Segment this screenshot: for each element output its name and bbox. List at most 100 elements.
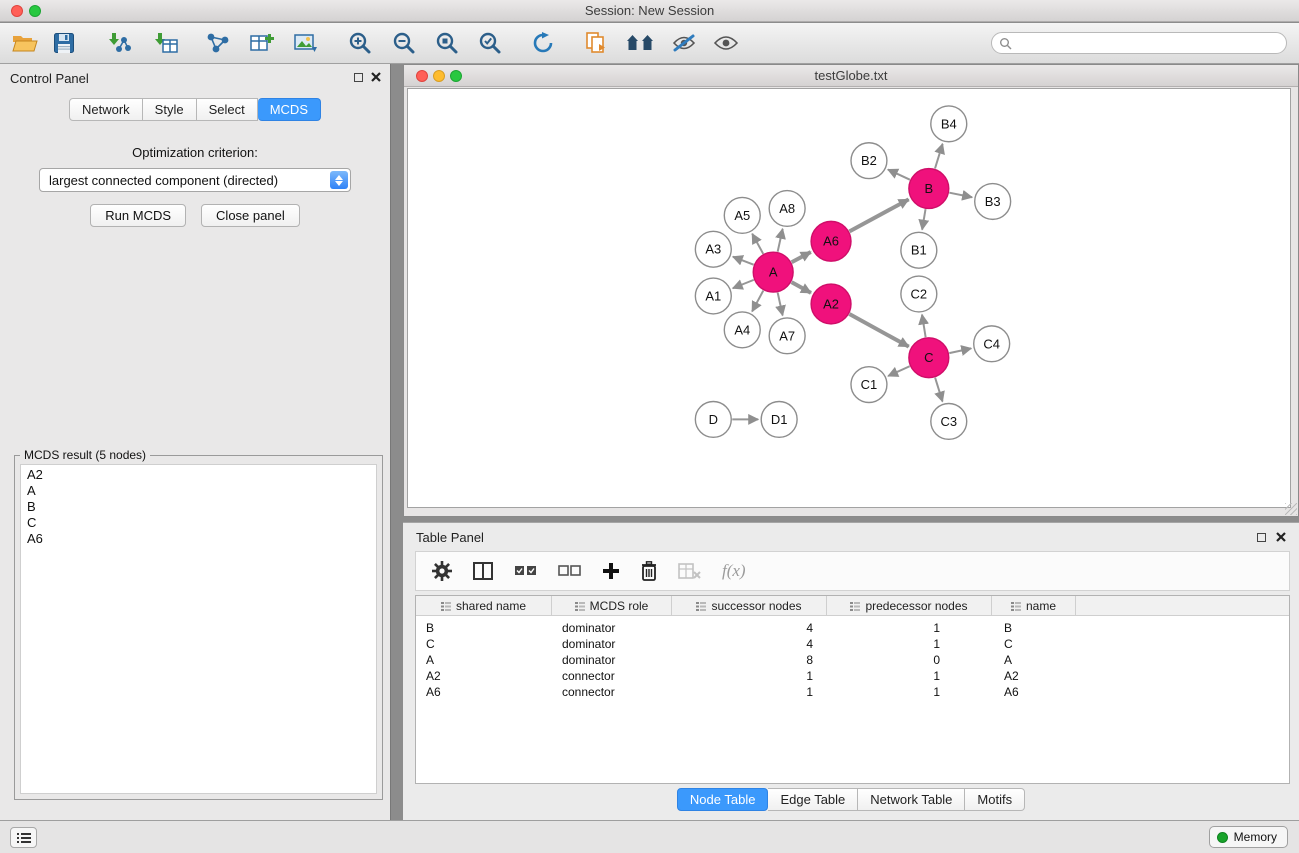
graph-edge-C-C1[interactable]	[888, 366, 910, 376]
save-icon[interactable]	[54, 28, 74, 58]
list-item[interactable]: A2	[21, 467, 376, 483]
tab-motifs[interactable]: Motifs	[965, 788, 1025, 811]
graph-node-B1[interactable]: B1	[901, 232, 937, 268]
open-folder-icon[interactable]	[12, 28, 38, 58]
tab-network-table[interactable]: Network Table	[858, 788, 965, 811]
zoom-fit-icon[interactable]	[435, 28, 459, 58]
select-all-icon[interactable]	[514, 556, 537, 586]
table-row[interactable]: A6connector11A6	[416, 684, 1289, 700]
deselect-all-icon[interactable]	[558, 556, 581, 586]
graph-node-C[interactable]: C	[909, 338, 949, 378]
graph-edge-C-C2[interactable]	[922, 315, 926, 337]
graph-node-A5[interactable]: A5	[724, 197, 760, 233]
new-network-icon[interactable]	[206, 28, 230, 58]
graph-edge-A-A4[interactable]	[752, 291, 763, 312]
graph-edge-A-A2[interactable]	[792, 282, 811, 293]
task-history-button[interactable]	[10, 827, 37, 848]
new-table-icon[interactable]	[250, 28, 274, 58]
import-network-icon[interactable]	[108, 28, 132, 58]
tab-style[interactable]: Style	[143, 98, 197, 121]
mcds-result-list[interactable]: A2ABCA6	[20, 464, 377, 794]
graph-node-A8[interactable]: A8	[769, 191, 805, 227]
zoom-out-icon[interactable]	[392, 28, 416, 58]
graph-node-B[interactable]: B	[909, 169, 949, 209]
table-row[interactable]: Bdominator41B	[416, 620, 1289, 636]
close-panel-button[interactable]: Close panel	[201, 204, 300, 227]
delete-table-icon[interactable]	[678, 556, 701, 586]
graph-node-C1[interactable]: C1	[851, 367, 887, 403]
graph-node-B4[interactable]: B4	[931, 106, 967, 142]
table-row[interactable]: Cdominator41C	[416, 636, 1289, 652]
graph-edge-C-C4[interactable]	[949, 348, 971, 353]
graph-edge-B-B4[interactable]	[935, 144, 943, 169]
column-header-mcds-role[interactable]: MCDS role	[552, 596, 672, 616]
column-layout-icon[interactable]	[473, 556, 493, 586]
apply-style-icon[interactable]	[672, 28, 696, 58]
run-mcds-button[interactable]: Run MCDS	[90, 204, 186, 227]
network-canvas[interactable]: B4 B2 B B3 A8A5 A6 A3 B1 A C2 A1 A2 A4A7 C4 C C1 C3 D D1	[407, 88, 1291, 508]
graph-edge-A-A8[interactable]	[778, 229, 783, 252]
table-close-panel-icon[interactable]	[1275, 531, 1287, 543]
graph-edge-A2-C[interactable]	[849, 314, 908, 347]
graph-node-B2[interactable]: B2	[851, 143, 887, 179]
resize-grip[interactable]	[1285, 503, 1297, 515]
graph-edge-B-B2[interactable]	[888, 170, 910, 180]
float-panel-icon[interactable]	[352, 71, 364, 83]
tab-node-table[interactable]: Node Table	[677, 788, 769, 811]
gear-icon[interactable]	[432, 556, 452, 586]
list-item[interactable]: A	[21, 483, 376, 499]
graph-node-A6[interactable]: A6	[811, 221, 851, 261]
tab-edge-table[interactable]: Edge Table	[768, 788, 858, 811]
tab-select[interactable]: Select	[197, 98, 258, 121]
graph-edge-A-A3[interactable]	[733, 257, 754, 265]
column-header-predecessor-nodes[interactable]: predecessor nodes	[827, 596, 992, 616]
graph-node-A7[interactable]: A7	[769, 318, 805, 354]
column-header-name[interactable]: name	[992, 596, 1076, 616]
column-header-successor-nodes[interactable]: successor nodes	[672, 596, 827, 616]
home-views-icon[interactable]	[626, 28, 654, 58]
table-row[interactable]: A2connector11A2	[416, 668, 1289, 684]
show-details-icon[interactable]	[714, 28, 738, 58]
graph-edge-A-A6[interactable]	[792, 252, 811, 262]
table-float-panel-icon[interactable]	[1255, 531, 1267, 543]
graph-node-A4[interactable]: A4	[724, 312, 760, 348]
import-table-icon[interactable]	[154, 28, 178, 58]
table-row[interactable]: Adominator80A	[416, 652, 1289, 668]
graph-node-C3[interactable]: C3	[931, 403, 967, 439]
tab-mcds[interactable]: MCDS	[258, 98, 321, 121]
graph-node-D[interactable]: D	[695, 402, 731, 438]
zoom-in-icon[interactable]	[348, 28, 372, 58]
graph-edge-A-A5[interactable]	[752, 234, 763, 254]
graph-edge-B-B3[interactable]	[949, 193, 972, 198]
memory-button[interactable]: Memory	[1209, 826, 1288, 848]
graph-node-C2[interactable]: C2	[901, 276, 937, 312]
close-panel-icon[interactable]	[370, 71, 382, 83]
refresh-layout-icon[interactable]	[532, 28, 554, 58]
column-header-shared-name[interactable]: shared name	[416, 596, 552, 616]
graph-node-A[interactable]: A	[753, 252, 793, 292]
graph-node-A1[interactable]: A1	[695, 278, 731, 314]
graph-node-A2[interactable]: A2	[811, 284, 851, 324]
export-image-icon[interactable]	[294, 28, 318, 58]
graph-node-A3[interactable]: A3	[695, 231, 731, 267]
graph-node-B3[interactable]: B3	[975, 184, 1011, 220]
list-item[interactable]: A6	[21, 531, 376, 547]
add-column-icon[interactable]	[602, 556, 620, 586]
graph-edge-B-B1[interactable]	[922, 209, 925, 230]
zoom-selected-icon[interactable]	[478, 28, 502, 58]
search-input[interactable]	[1016, 34, 1286, 52]
tab-network[interactable]: Network	[69, 98, 143, 121]
list-item[interactable]: C	[21, 515, 376, 531]
list-item[interactable]: B	[21, 499, 376, 515]
function-builder-icon[interactable]: f(x)	[722, 561, 746, 581]
graph-edge-A6-B[interactable]	[849, 199, 908, 231]
network-window-titlebar[interactable]: testGlobe.txt	[404, 65, 1298, 87]
copy-document-icon[interactable]	[586, 28, 608, 58]
criterion-dropdown[interactable]: largest connected component (directed)	[39, 168, 351, 192]
graph-node-C4[interactable]: C4	[974, 326, 1010, 362]
graph-edge-A-A1[interactable]	[733, 280, 754, 288]
graph-edge-C-C3[interactable]	[935, 378, 942, 402]
search-field[interactable]	[991, 32, 1287, 54]
graph-node-D1[interactable]: D1	[761, 402, 797, 438]
graph-edge-A-A7[interactable]	[778, 293, 783, 316]
